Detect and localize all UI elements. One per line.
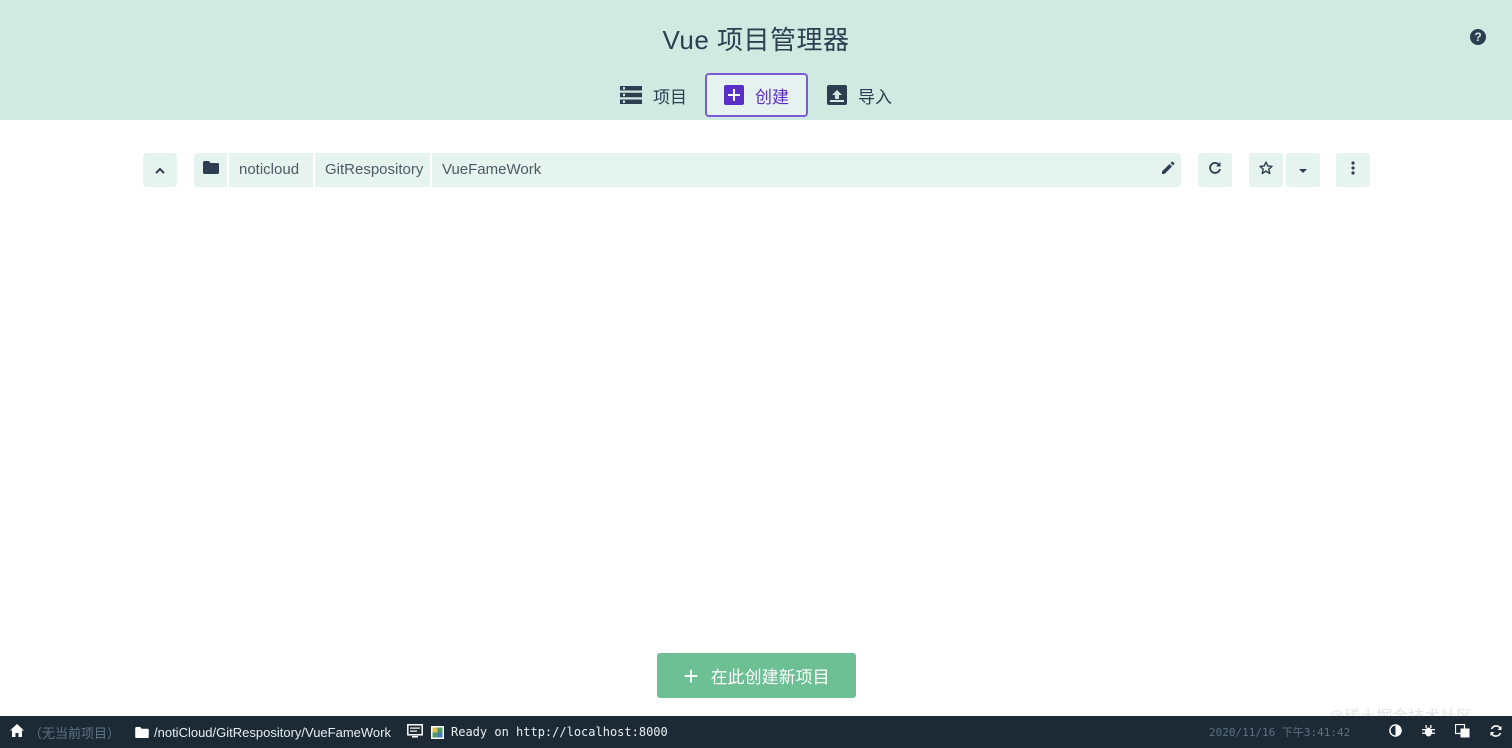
more-options-button[interactable] — [1336, 153, 1370, 187]
folder-button[interactable] — [194, 153, 228, 187]
folder-icon — [203, 161, 219, 179]
top-header: Vue 项目管理器 ? 项目 创建 导入 — [0, 0, 1512, 120]
favorites-dropdown-button[interactable] — [1286, 153, 1320, 187]
console-icon — [407, 723, 423, 741]
tab-projects[interactable]: 项目 — [620, 73, 700, 117]
translate-icon — [1454, 723, 1470, 741]
clock: 2020/11/16 下午3:41:42 — [1209, 726, 1351, 739]
home-icon — [10, 724, 24, 740]
tab-create[interactable]: 创建 — [705, 73, 808, 117]
path-crumb[interactable]: VueFameWork — [432, 153, 612, 187]
main-tabs: 项目 创建 导入 — [0, 73, 1512, 119]
create-project-here-button[interactable]: + 在此创建新项目 — [657, 653, 856, 698]
current-project-status[interactable]: （无当前项目） — [29, 716, 120, 748]
unarchive-icon — [827, 85, 847, 105]
cwd-status[interactable]: /notiCloud/GitRespository/VueFameWork — [135, 716, 391, 748]
refresh-icon — [1208, 161, 1222, 180]
tab-import[interactable]: 导入 — [827, 73, 907, 117]
dropdown-icon — [1298, 161, 1308, 179]
edit-path-button[interactable] — [1154, 153, 1181, 187]
add-box-icon — [724, 85, 744, 105]
server-ready-text: Ready on http://localhost:8000 — [451, 725, 668, 739]
parent-folder-button[interactable] — [143, 153, 177, 187]
create-project-label: 在此创建新项目 — [710, 668, 830, 687]
more-vert-icon — [1351, 160, 1355, 180]
plus-icon: + — [683, 660, 699, 691]
tab-import-label: 导入 — [858, 87, 892, 107]
path-bar: noticloud GitRespository VueFameWork — [194, 153, 1181, 187]
list-icon — [620, 86, 642, 104]
question-circle-icon[interactable]: ? — [1470, 29, 1486, 45]
bug-icon — [1422, 724, 1435, 741]
favorite-button[interactable] — [1249, 153, 1283, 187]
dark-mode-toggle[interactable] — [1389, 716, 1402, 748]
tab-projects-label: 项目 — [653, 87, 687, 107]
star-icon — [1259, 160, 1273, 180]
sync-icon — [1489, 724, 1503, 741]
translate-button[interactable] — [1454, 716, 1470, 748]
server-status[interactable]: Ready on http://localhost:8000 — [431, 716, 668, 748]
app-icon — [431, 725, 444, 739]
console-log-button[interactable] — [407, 716, 423, 748]
cwd-path: /notiCloud/GitRespository/VueFameWork — [154, 724, 391, 740]
contrast-icon — [1389, 724, 1402, 740]
edit-icon — [1161, 161, 1175, 180]
status-bar: （无当前项目） /notiCloud/GitRespository/VueFam… — [0, 716, 1512, 748]
folder-icon — [135, 726, 149, 738]
tab-create-label: 创建 — [755, 87, 789, 107]
page-title: Vue 项目管理器 — [662, 25, 850, 55]
bug-report-button[interactable] — [1422, 716, 1435, 748]
refresh-button[interactable] — [1198, 153, 1232, 187]
path-crumb[interactable]: GitRespository — [315, 153, 430, 187]
home-button[interactable] — [10, 716, 24, 748]
chevron-up-icon — [154, 161, 166, 179]
refresh-status-button[interactable] — [1489, 716, 1503, 748]
path-crumb[interactable]: noticloud — [229, 153, 313, 187]
folder-explorer-toolbar: noticloud GitRespository VueFameWork — [0, 153, 1512, 187]
